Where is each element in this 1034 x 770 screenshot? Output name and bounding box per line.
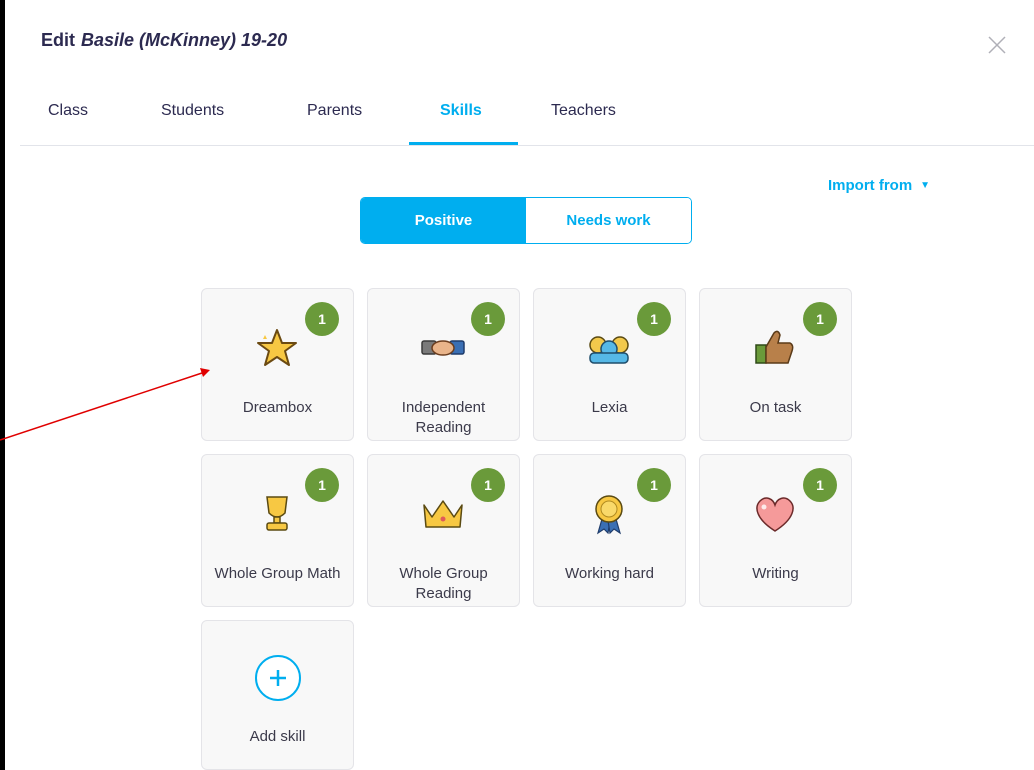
- points-badge: 1: [803, 302, 837, 336]
- heart-icon: [756, 497, 794, 532]
- positive-needs-work-toggle: Positive Needs work: [360, 197, 692, 244]
- import-from-label: Import from: [828, 177, 913, 194]
- skill-tile-on-task[interactable]: 1 On task: [699, 288, 852, 441]
- skill-tile-writing[interactable]: 1 Writing: [699, 454, 852, 607]
- skill-tile-lexia[interactable]: 1 Lexia: [533, 288, 686, 441]
- group-icon: [589, 336, 629, 364]
- tab-class[interactable]: Class: [48, 102, 88, 120]
- add-skill-button[interactable]: Add skill: [201, 620, 354, 770]
- points-badge: 1: [637, 468, 671, 502]
- points-badge: 1: [305, 468, 339, 502]
- edit-label: Edit: [41, 30, 75, 50]
- tab-teachers[interactable]: Teachers: [551, 102, 616, 120]
- skill-tile-working-hard[interactable]: 1 Working hard: [533, 454, 686, 607]
- points-badge: 1: [471, 468, 505, 502]
- tab-skills[interactable]: Skills: [440, 102, 482, 120]
- needs-work-toggle-button[interactable]: Needs work: [526, 198, 691, 243]
- tab-students[interactable]: Students: [161, 102, 224, 120]
- caret-down-icon: ▼: [920, 180, 931, 191]
- medal-icon: [595, 495, 623, 535]
- skill-tile-whole-group-reading[interactable]: 1 Whole Group Reading: [367, 454, 520, 607]
- trophy-icon: [266, 496, 288, 531]
- skill-tile-dreambox[interactable]: 1 Dreambox: [201, 288, 354, 441]
- skill-label: On task: [749, 399, 802, 416]
- tab-parents[interactable]: Parents: [307, 102, 362, 120]
- tab-bar: Class Students Parents Skills Teachers: [20, 90, 1034, 146]
- points-badge: 1: [637, 302, 671, 336]
- positive-toggle-button[interactable]: Positive: [361, 198, 526, 243]
- skill-label: Lexia: [591, 399, 628, 416]
- points-badge: 1: [471, 302, 505, 336]
- points-badge: 1: [803, 468, 837, 502]
- skill-label: Whole Group Reading: [399, 565, 488, 602]
- skill-label: Working hard: [565, 565, 654, 582]
- add-skill-label: Add skill: [249, 728, 306, 745]
- skill-label: Whole Group Math: [214, 565, 341, 582]
- skill-tile-independent-reading[interactable]: 1 Independent Reading: [367, 288, 520, 441]
- dialog-title: Edit Basile (McKinney) 19-20: [41, 30, 287, 51]
- thumbs-up-icon: [755, 330, 794, 364]
- handshake-icon: [421, 340, 465, 356]
- skill-label: Dreambox: [242, 399, 313, 416]
- active-tab-indicator: [409, 142, 518, 145]
- skill-label: Independent Reading: [401, 399, 486, 436]
- class-name: Basile (McKinney) 19-20: [81, 30, 288, 50]
- plus-circle-icon: [255, 655, 301, 701]
- crown-icon: [423, 500, 463, 528]
- skill-label: Writing: [752, 565, 799, 582]
- import-from-dropdown[interactable]: Import from ▼: [828, 177, 930, 194]
- star-icon: [257, 329, 297, 366]
- left-border: [0, 0, 5, 770]
- close-button[interactable]: [985, 33, 1009, 57]
- close-icon: [988, 36, 1006, 54]
- points-badge: 1: [305, 302, 339, 336]
- skill-tile-whole-group-math[interactable]: 1 Whole Group Math: [201, 454, 354, 607]
